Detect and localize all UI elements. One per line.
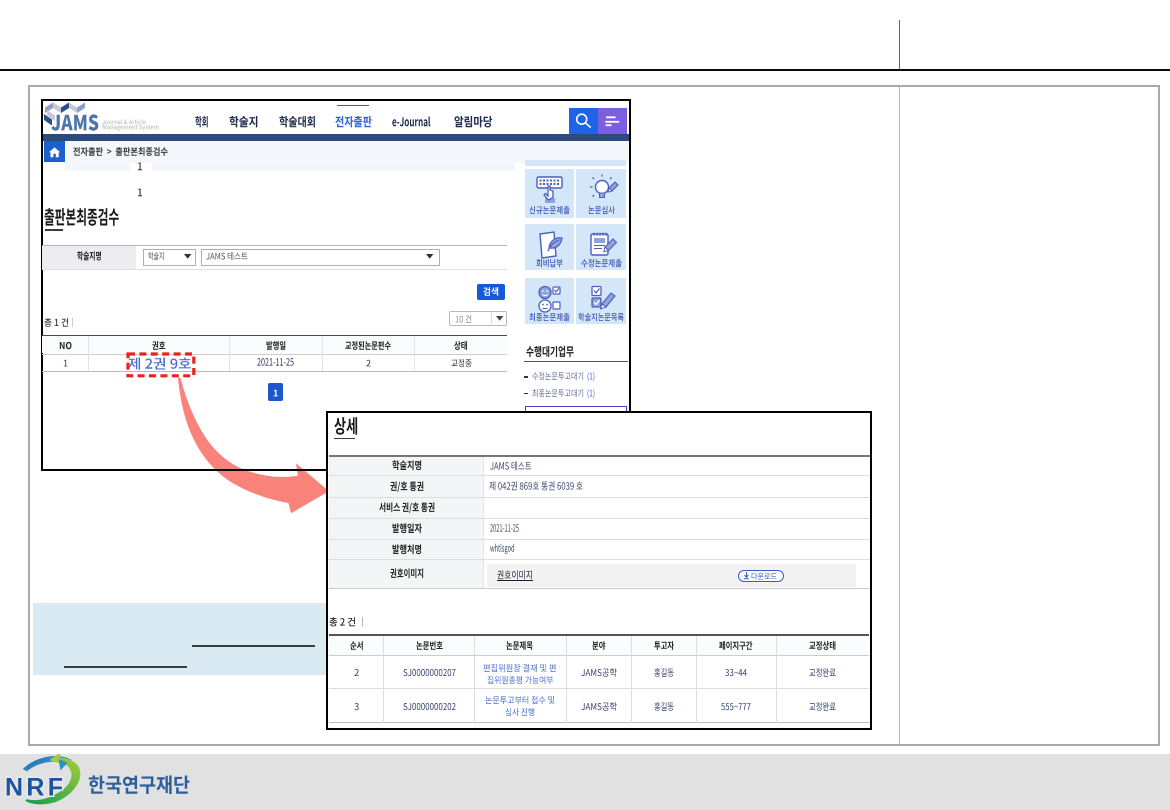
svg-text:NRF: NRF <box>5 774 63 802</box>
